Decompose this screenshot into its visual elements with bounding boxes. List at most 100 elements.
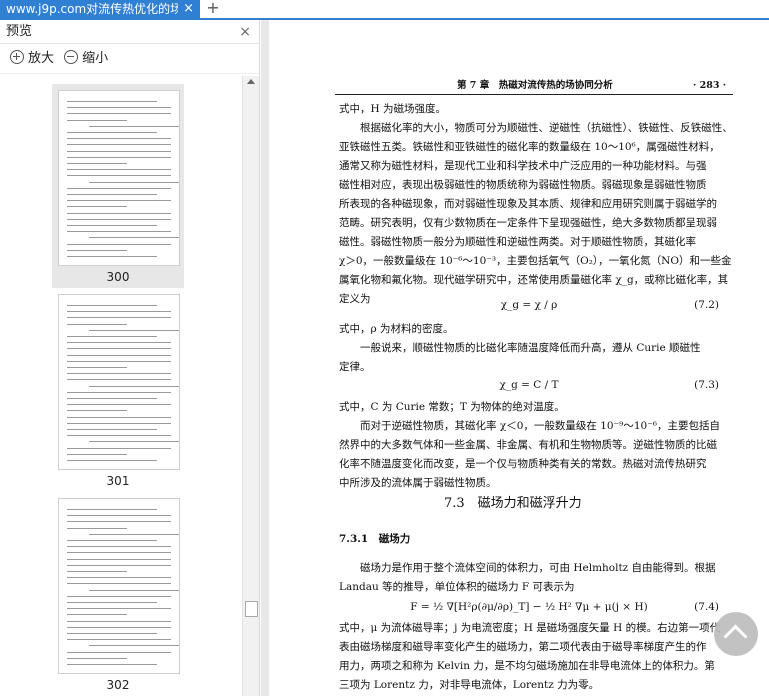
thumbnail-page-number: 300 xyxy=(106,270,130,284)
thumbnail-text-line xyxy=(67,435,171,437)
thumbnail-text-line xyxy=(67,546,171,548)
sidebar-header: 预览 × xyxy=(0,20,259,44)
thumbnail-text-line xyxy=(67,348,171,350)
document-tab[interactable]: www.j9p.com对流传热优化的场 × xyxy=(0,0,200,18)
text-line: 式中，H 为磁场强度。 xyxy=(339,103,446,115)
text-line: 式中，C 为 Curie 常数；T 为物体的绝对温度。 xyxy=(339,401,565,413)
thumbnail-text-line xyxy=(67,453,127,455)
text-line: χ＞0，一般数量级在 10⁻⁶～10⁻³，主要包括氧气（O₂），一氧化氮（NO）… xyxy=(339,255,732,267)
zoom-toolbar: 放大 缩小 xyxy=(0,44,259,74)
thumbnail-page-300[interactable]: 300 xyxy=(52,84,184,288)
page-number: · 283 · xyxy=(693,80,727,91)
tab-bar: www.j9p.com对流传热优化的场 × + xyxy=(0,0,769,20)
thumbnail-text-line xyxy=(67,527,127,529)
equation-7-3: χ_g = C / T xyxy=(499,379,559,391)
thumbnail-text-line xyxy=(67,633,157,634)
thumbnail-text-line xyxy=(67,156,171,158)
thumbnail-text-line xyxy=(67,113,171,115)
thumbnail-text-line xyxy=(67,132,157,133)
thumbnail-image xyxy=(58,294,180,470)
zoom-in-icon xyxy=(10,50,24,64)
text-line: 定律。 xyxy=(339,361,371,373)
text-line: 三项为 Lorentz 力，对非导电流体，Lorentz 力为零。 xyxy=(339,679,600,691)
sidebar-close-icon[interactable]: × xyxy=(239,20,251,44)
thumbnail-text-line xyxy=(67,410,127,412)
document-page: 第 7 章 热磁对流传热的场协同分析 · 283 · 式中，H 为磁场强度。 根… xyxy=(269,20,769,696)
equation-7-2: χ_g = χ / ρ xyxy=(500,299,558,311)
thumbnail-image xyxy=(58,498,180,674)
thumbnail-text-line xyxy=(67,367,127,368)
thumbnail-text-line xyxy=(67,323,127,325)
text-line: 表由磁场梯度和磁导率变化产生的磁场力，第二项代表由于磁导率梯度产生的作 xyxy=(339,641,707,653)
thumbnail-text-line xyxy=(67,651,171,653)
text-line: 用力，两项之和称为 Kelvin 力，是不均匀磁场施加在非导电流体上的体积力。第 xyxy=(339,660,715,672)
scroll-to-top-icon[interactable] xyxy=(714,612,758,656)
text-line: 通常又称为磁性材料，是现代工业和科学技术中广泛应用的一种功能材料。与强 xyxy=(339,160,707,172)
thumbnail-text-line xyxy=(67,422,171,424)
sidebar-scrollbar[interactable] xyxy=(242,76,259,696)
thumbnail-text-line xyxy=(67,521,171,523)
thumbnail-page-number: 302 xyxy=(106,678,130,692)
thumbnail-text-line xyxy=(67,187,171,189)
thumbnail-page-302[interactable]: 302 xyxy=(52,492,184,696)
new-tab-button[interactable]: + xyxy=(204,0,222,18)
zoom-in-button[interactable]: 放大 xyxy=(10,44,54,74)
equation-number: (7.3) xyxy=(694,379,719,391)
thumbnail-text-line xyxy=(67,360,171,362)
thumbnail-text-line xyxy=(67,577,171,579)
thumbnail-text-line xyxy=(67,564,171,566)
thumbnail-text-line xyxy=(67,509,157,510)
zoom-out-label: 缩小 xyxy=(82,51,109,66)
thumbnail-text-line xyxy=(67,429,157,430)
section-heading: 7.3 磁场力和磁浮升力 xyxy=(444,496,582,511)
thumbnail-text-line xyxy=(67,571,127,572)
text-line: 所表现的各种磁现象，而对弱磁性现象及其本质、规律和应用研究则属于弱磁学的 xyxy=(339,198,717,210)
thumbnail-list: 300 301 302 xyxy=(0,76,242,696)
thumbnail-image xyxy=(58,90,180,266)
preview-sidebar: 预览 × 放大 缩小 300 301 302 xyxy=(0,20,260,696)
thumbnail-text-line xyxy=(89,385,179,387)
thumbnail-text-line xyxy=(67,144,171,146)
text-line: 属氧化物和氟化物。现代磁学研究中，还常使用质量磁化率 χ_g，或称比磁化率，其 xyxy=(339,274,729,286)
thumbnail-text-line xyxy=(67,354,171,356)
equation-7-4: F = ½ ∇[H²ρ(∂μ/∂ρ)_T] − ½ H² ∇μ + μ(j × … xyxy=(410,601,648,613)
thumbnail-text-line xyxy=(67,583,171,585)
thumbnail-text-line xyxy=(67,169,171,171)
scrollbar-thumb[interactable] xyxy=(245,601,258,617)
thumbnail-text-line xyxy=(67,664,157,665)
sidebar-title: 预览 xyxy=(6,24,33,39)
scroll-up-icon[interactable] xyxy=(247,79,255,84)
thumbnail-page-number: 301 xyxy=(106,474,130,488)
thumbnail-text-line xyxy=(67,379,171,381)
thumbnail-text-line xyxy=(67,657,127,659)
thumbnail-text-line xyxy=(67,101,157,102)
thumbnail-text-line xyxy=(89,645,179,647)
thumbnail-text-line xyxy=(89,533,179,535)
thumbnail-text-line xyxy=(67,317,171,319)
zoom-out-button[interactable]: 缩小 xyxy=(64,44,108,74)
tab-close-icon[interactable]: × xyxy=(183,0,194,18)
thumbnail-text-line xyxy=(67,336,157,337)
thumbnail-text-line xyxy=(89,329,179,331)
thumbnail-text-line xyxy=(89,237,179,239)
thumbnail-text-line xyxy=(67,608,171,610)
thumbnail-text-line xyxy=(67,342,171,344)
header-rule xyxy=(335,94,733,95)
thumbnail-text-line xyxy=(67,460,157,461)
text-line: 式中，μ 为流体磁导率；j 为电流密度；H 是磁场强度矢量 H 的模。右边第一项… xyxy=(339,622,721,634)
document-view: 第 7 章 热磁对流传热的场协同分析 · 283 · 式中，H 为磁场强度。 根… xyxy=(261,20,769,696)
thumbnail-text-line xyxy=(67,225,157,226)
thumbnail-text-line xyxy=(67,391,171,393)
text-line: 根据磁化率的大小，物质可分为顺磁性、逆磁性（抗磁性）、铁磁性、反铁磁性、 xyxy=(339,122,733,134)
thumbnail-text-line xyxy=(67,626,171,628)
text-line: 式中，ρ 为材料的密度。 xyxy=(339,323,454,335)
thumbnail-page-301[interactable]: 301 xyxy=(52,288,184,492)
thumbnail-text-line xyxy=(89,441,179,443)
thumbnail-text-line xyxy=(67,558,171,560)
text-line: 一般说来，顺磁性物质的比磁化率随温度降低而升高，遵从 Curie 顺磁性 xyxy=(339,342,701,354)
thumbnail-text-line xyxy=(67,404,171,406)
text-line: 然界中的大多数气体和一些金属、非金属、有机和生物物质等。逆磁性物质的比磁 xyxy=(339,439,717,451)
thumbnail-text-line xyxy=(67,540,157,541)
thumbnail-text-line xyxy=(67,311,171,313)
thumbnail-text-line xyxy=(67,602,157,603)
